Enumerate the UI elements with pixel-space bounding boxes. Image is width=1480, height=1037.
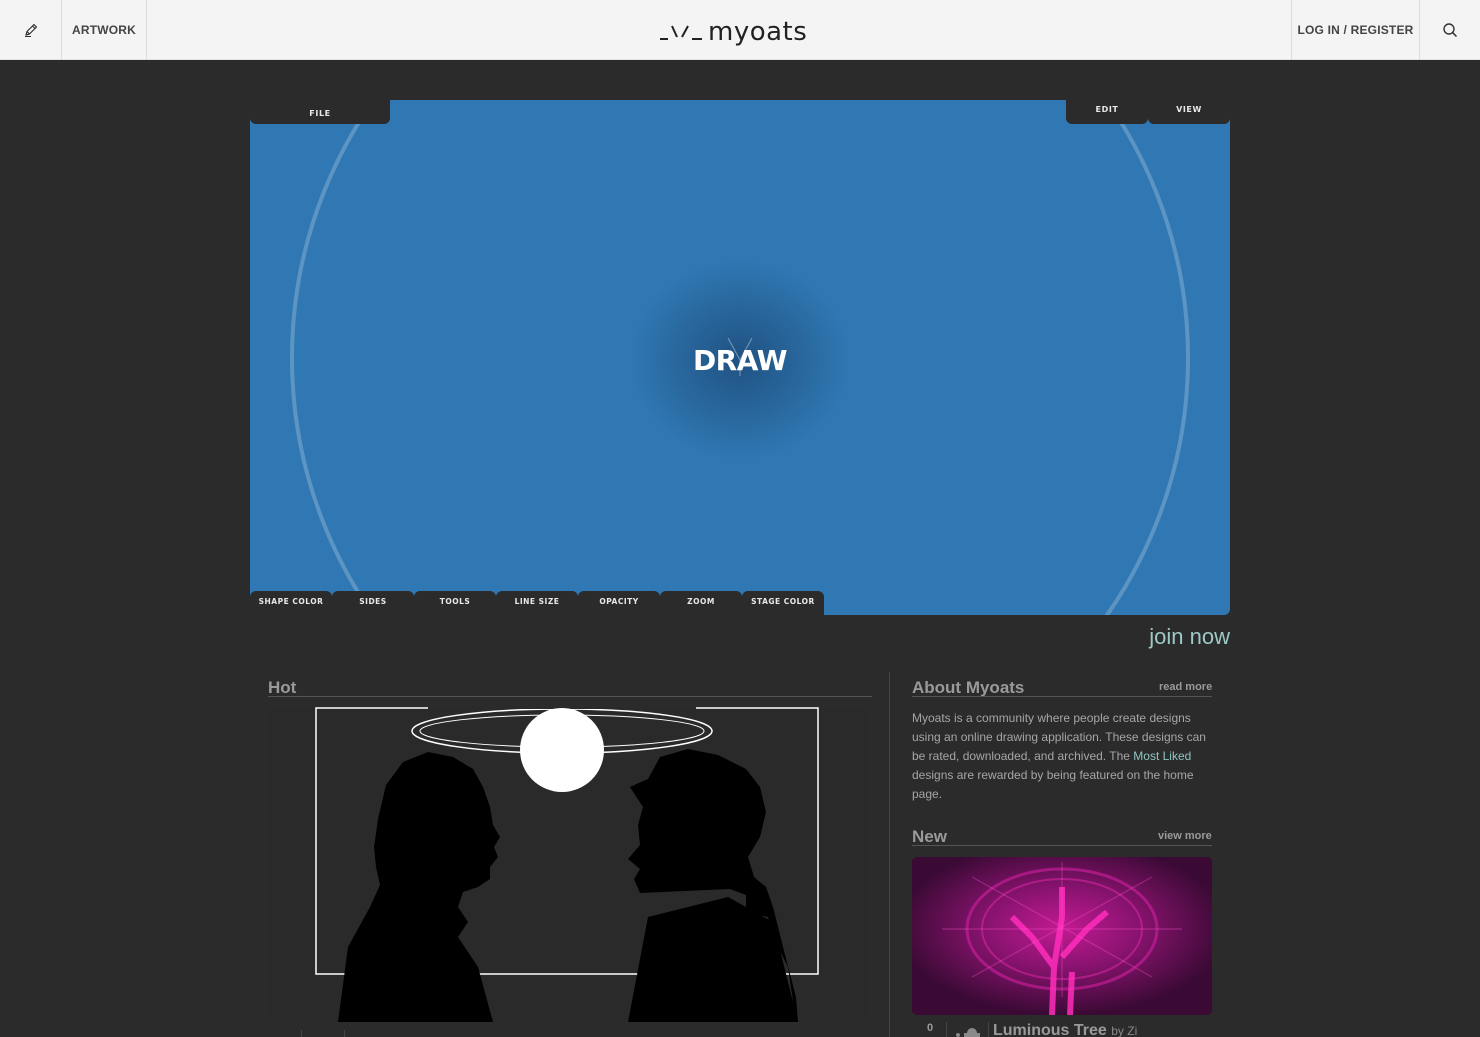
logo-mark-icon	[660, 25, 702, 40]
new-item-like-count: 0	[926, 1022, 934, 1034]
nav-artwork-link[interactable]: ARTWORK	[62, 0, 147, 60]
drawing-canvas[interactable]: DRAW file edit view shape color sides to…	[250, 100, 1230, 615]
top-navigation: ARTWORK myoats LOG IN / REGISTER	[0, 0, 1480, 60]
about-text-end: designs are rewarded by being featured o…	[912, 768, 1194, 801]
column-divider	[889, 672, 890, 1037]
new-artwork-thumbnail[interactable]	[912, 857, 1212, 1015]
login-register-link[interactable]: LOG IN / REGISTER	[1291, 0, 1419, 60]
tool-stage-color[interactable]: stage color	[742, 591, 824, 615]
hot-footer-divider	[344, 1030, 345, 1037]
hot-artwork-image	[268, 707, 868, 1022]
hot-footer-divider	[301, 1030, 302, 1037]
search-button[interactable]	[1419, 0, 1480, 60]
about-section-title: About Myoats	[912, 678, 1025, 697]
about-section-rule	[912, 696, 1212, 697]
hot-artwork-thumbnail[interactable]	[268, 707, 868, 1022]
menu-edit[interactable]: edit	[1066, 100, 1148, 124]
hot-section-rule	[268, 696, 872, 697]
new-meta-divider	[946, 1022, 947, 1037]
menu-file[interactable]: file	[250, 100, 390, 124]
new-artwork-image	[912, 857, 1212, 1015]
new-view-more-link[interactable]: view more	[1158, 830, 1212, 842]
tool-sides[interactable]: sides	[332, 591, 414, 615]
menu-view[interactable]: view	[1148, 100, 1230, 124]
tool-opacity[interactable]: opacity	[578, 591, 660, 615]
tool-shape-color[interactable]: shape color	[250, 591, 332, 615]
draw-nav-button[interactable]	[0, 0, 62, 60]
user-avatar-icon	[956, 1028, 980, 1037]
draw-button[interactable]: DRAW	[690, 344, 790, 377]
about-read-more-link[interactable]: read more	[1159, 681, 1212, 693]
tool-zoom[interactable]: zoom	[660, 591, 742, 615]
hot-section-title: Hot	[268, 678, 297, 697]
most-liked-link[interactable]: Most Liked	[1133, 749, 1191, 763]
new-section-title: New	[912, 827, 947, 846]
logo-text: myoats	[708, 17, 808, 47]
about-description: Myoats is a community where people creat…	[912, 709, 1212, 804]
new-meta-divider	[988, 1022, 989, 1037]
new-item-title[interactable]: Luminous Tree by Zi	[993, 1022, 1137, 1037]
pencil-icon	[24, 23, 37, 37]
new-item-author[interactable]: by Zi	[1111, 1024, 1137, 1037]
new-item-title-text[interactable]: Luminous Tree	[993, 1022, 1107, 1037]
tool-tools[interactable]: tools	[414, 591, 496, 615]
search-icon	[1443, 23, 1458, 38]
myoats-logo[interactable]: myoats	[658, 16, 818, 48]
new-section-rule	[912, 845, 1212, 846]
join-now-link[interactable]: join now	[1149, 624, 1230, 650]
tool-line-size[interactable]: line size	[496, 591, 578, 615]
